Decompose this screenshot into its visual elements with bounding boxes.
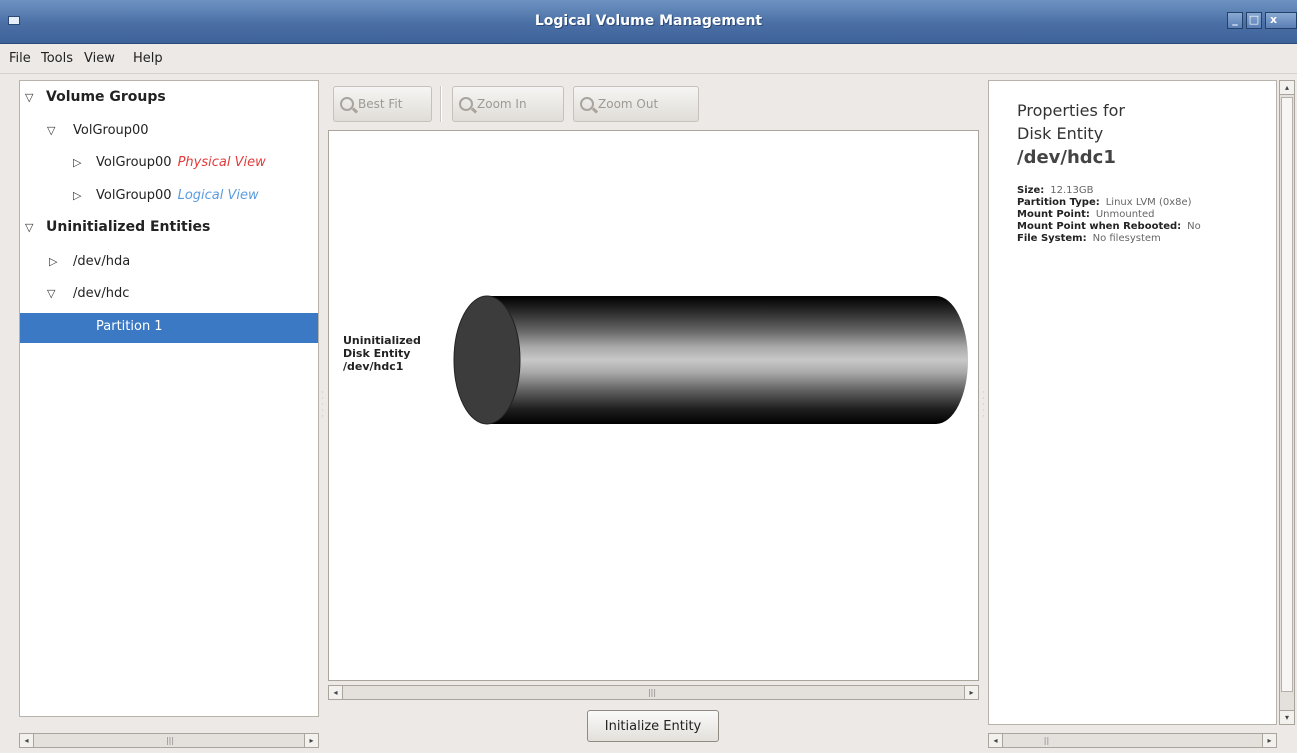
- window-title: Logical Volume Management: [534, 13, 763, 29]
- menu-tools[interactable]: Tools: [41, 51, 73, 66]
- zoom-in-button[interactable]: Zoom In: [452, 86, 564, 122]
- zoom-in-icon: [459, 97, 473, 111]
- tree-label: /dev/hda: [73, 254, 131, 269]
- disk-label-line: Disk Entity: [343, 347, 411, 360]
- tree-item-dev-hdc[interactable]: ▽ /dev/hdc: [20, 283, 318, 305]
- property-row: Partition Type: Linux LVM (0x8e): [1017, 197, 1192, 208]
- properties-horizontal-scrollbar[interactable]: ◂ || ▸: [988, 733, 1277, 748]
- scroll-grip-icon: |||: [165, 736, 175, 745]
- disk-label-line: Uninitialized: [343, 334, 421, 347]
- tree-panel: ▽ Volume Groups ▽ VolGroup00 ▷ VolGroup0…: [19, 80, 319, 717]
- scroll-up-icon[interactable]: ▴: [1280, 81, 1294, 95]
- scroll-left-icon[interactable]: ◂: [989, 734, 1003, 747]
- zoom-in-label: Zoom In: [477, 97, 527, 111]
- property-key: File System:: [1017, 233, 1087, 244]
- properties-vertical-scrollbar[interactable]: ▴ ▾: [1279, 80, 1295, 725]
- scroll-left-icon[interactable]: ◂: [329, 686, 343, 699]
- collapsed-icon[interactable]: ▷: [49, 255, 57, 268]
- scroll-down-icon[interactable]: ▾: [1280, 710, 1294, 724]
- property-key: Size:: [1017, 185, 1045, 196]
- tree-horizontal-scrollbar[interactable]: ◂ ||| ▸: [19, 733, 319, 748]
- zoom-out-icon: [580, 97, 594, 111]
- magnifier-icon: [340, 97, 354, 111]
- scroll-grip-icon: |||: [647, 688, 657, 697]
- expanded-icon[interactable]: ▽: [25, 91, 33, 104]
- best-fit-label: Best Fit: [358, 97, 403, 111]
- property-row: Size: 12.13GB: [1017, 185, 1093, 196]
- maximize-button[interactable]: □: [1246, 12, 1262, 29]
- property-value: Unmounted: [1095, 209, 1155, 220]
- pane-divider-handle[interactable]: · · · · ·: [982, 389, 986, 422]
- minimize-button[interactable]: _: [1227, 12, 1243, 29]
- property-key: Mount Point:: [1017, 209, 1090, 220]
- property-value: 12.13GB: [1050, 185, 1094, 196]
- menu-file[interactable]: File: [9, 51, 31, 66]
- tree-label: VolGroup00: [96, 188, 172, 203]
- disk-entity-label: Uninitialized Disk Entity /dev/hdc1: [343, 334, 421, 373]
- tree-label: Uninitialized Entities: [46, 219, 211, 235]
- menu-help[interactable]: Help: [133, 51, 163, 66]
- expanded-icon[interactable]: ▽: [25, 221, 33, 234]
- scroll-left-icon[interactable]: ◂: [20, 734, 34, 747]
- collapsed-icon[interactable]: ▷: [73, 189, 81, 202]
- tree-label: VolGroup00: [73, 123, 149, 138]
- tree-label: VolGroup00: [96, 155, 172, 170]
- property-key: Partition Type:: [1017, 197, 1100, 208]
- disk-cylinder[interactable]: [451, 293, 991, 433]
- tree-item-uninitialized-entities[interactable]: ▽ Uninitialized Entities: [20, 218, 318, 240]
- property-value: Linux LVM (0x8e): [1105, 197, 1192, 208]
- properties-title-line: Properties for: [1017, 101, 1125, 120]
- property-key: Mount Point when Rebooted:: [1017, 221, 1182, 232]
- tree-label-group: VolGroup00 Logical View: [96, 188, 259, 203]
- zoom-out-label: Zoom Out: [598, 97, 659, 111]
- tree-item-partition-1[interactable]: Partition 1: [20, 313, 318, 343]
- best-fit-button[interactable]: Best Fit: [333, 86, 432, 122]
- property-value: No filesystem: [1092, 233, 1161, 244]
- properties-title-line: Disk Entity: [1017, 124, 1104, 143]
- property-row: Mount Point: Unmounted: [1017, 209, 1154, 220]
- tree-label-group: VolGroup00 Physical View: [96, 155, 266, 170]
- tree-label: /dev/hdc: [73, 286, 130, 301]
- tree-label: Partition 1: [96, 319, 163, 334]
- scroll-grip-icon: ||: [1043, 736, 1050, 745]
- title-bar: Logical Volume Management _ □ x: [0, 0, 1297, 44]
- property-row: File System: No filesystem: [1017, 233, 1161, 244]
- toolbar-separator: [440, 86, 442, 122]
- tree-item-logical-view[interactable]: ▷ VolGroup00 Logical View: [20, 185, 318, 207]
- scroll-right-icon[interactable]: ▸: [304, 734, 318, 747]
- initialize-entity-button[interactable]: Initialize Entity: [587, 710, 719, 742]
- disk-canvas[interactable]: Uninitialized Disk Entity /dev/hdc1: [328, 130, 979, 681]
- zoom-out-button[interactable]: Zoom Out: [573, 86, 699, 122]
- tree-item-physical-view[interactable]: ▷ VolGroup00 Physical View: [20, 152, 318, 174]
- scroll-thumb[interactable]: [1281, 97, 1293, 692]
- properties-entity-name: /dev/hdc1: [1017, 147, 1116, 168]
- scroll-right-icon[interactable]: ▸: [1262, 734, 1276, 747]
- property-row: Mount Point when Rebooted: No: [1017, 221, 1201, 232]
- logical-view-tag: Logical View: [177, 188, 259, 203]
- expanded-icon[interactable]: ▽: [47, 287, 55, 300]
- canvas-horizontal-scrollbar[interactable]: ◂ ||| ▸: [328, 685, 979, 700]
- properties-title: Properties for Disk Entity: [1017, 99, 1125, 145]
- tree-label: Volume Groups: [46, 89, 166, 105]
- menu-view[interactable]: View: [84, 51, 115, 66]
- physical-view-tag: Physical View: [177, 155, 266, 170]
- tree-item-dev-hda[interactable]: ▷ /dev/hda: [20, 251, 318, 273]
- tree-item-volume-groups[interactable]: ▽ Volume Groups: [20, 88, 318, 110]
- property-value: No: [1187, 221, 1201, 232]
- tree-item-volgroup00[interactable]: ▽ VolGroup00: [20, 120, 318, 142]
- disk-label-line: /dev/hdc1: [343, 360, 404, 373]
- expanded-icon[interactable]: ▽: [47, 124, 55, 137]
- properties-panel: Properties for Disk Entity /dev/hdc1 Siz…: [988, 80, 1277, 725]
- collapsed-icon[interactable]: ▷: [73, 156, 81, 169]
- menu-bar: File Tools View Help: [0, 44, 1297, 74]
- pane-divider-handle[interactable]: · · · · ·: [321, 389, 325, 422]
- close-button[interactable]: x: [1265, 12, 1297, 29]
- scroll-right-icon[interactable]: ▸: [964, 686, 978, 699]
